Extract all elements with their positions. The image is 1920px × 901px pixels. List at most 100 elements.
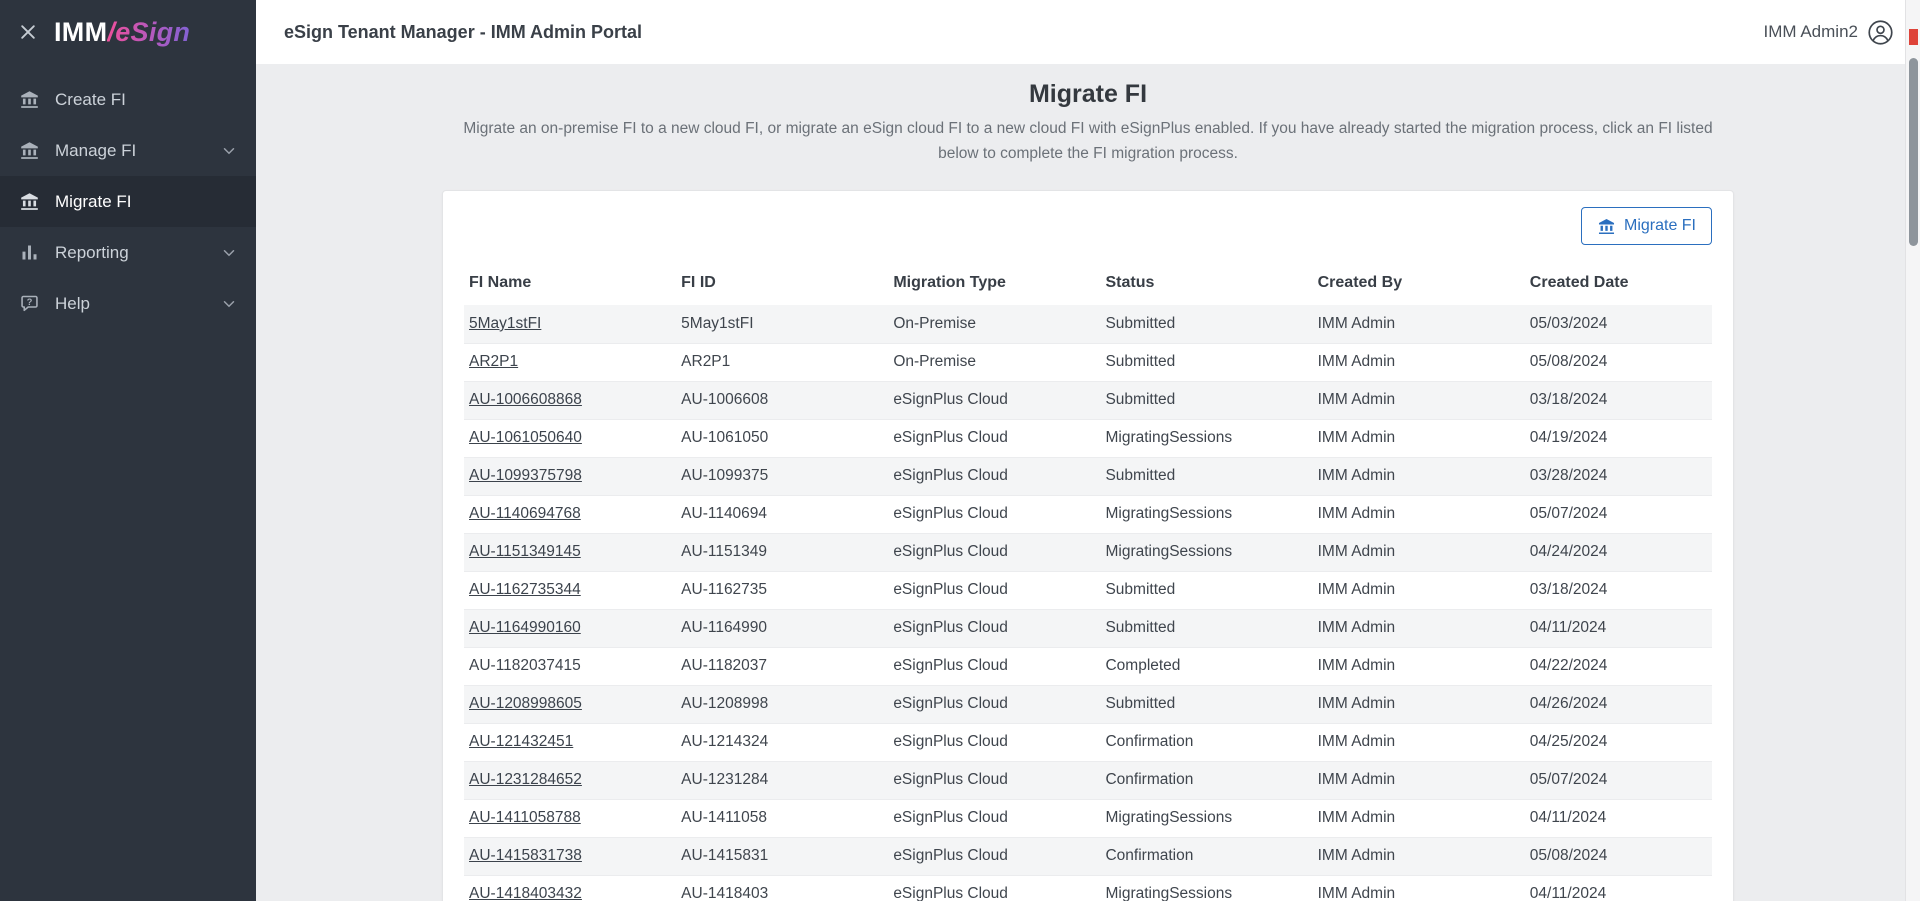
table-row: AU-1151349145 AU-1151349 eSignPlus Cloud Mi… (464, 533, 1712, 572)
fi-name-link[interactable]: AU-1418403432 (469, 885, 582, 901)
cell-created-date: 03/18/2024 (1529, 581, 1608, 599)
cell-fi-id: AU-1140694 (681, 505, 768, 523)
cell-created-date: 04/25/2024 (1529, 733, 1608, 751)
chevron-down-icon (220, 244, 238, 262)
user-menu[interactable]: IMM Admin2 (1764, 19, 1894, 46)
cell-fi-id: AU-1162735 (681, 581, 768, 599)
cell-created-date: 04/11/2024 (1529, 619, 1607, 637)
cell-migration-type: eSignPlus Cloud (893, 429, 1008, 447)
column-header-created-date: Created Date (1529, 274, 1629, 292)
fi-name-link[interactable]: AU-1411058788 (469, 809, 581, 826)
app-root: IMM/eSign Create FI Manage FI Migrate FI… (0, 0, 1920, 901)
column-header-created-by: Created By (1317, 274, 1403, 292)
scroll-marker (1909, 29, 1918, 45)
sidebar-item-label: Help (55, 293, 90, 313)
cell-migration-type: eSignPlus Cloud (893, 619, 1008, 637)
cell-migration-type: eSignPlus Cloud (893, 657, 1008, 675)
cell-fi-id: AU-1415831 (681, 847, 769, 865)
sidebar-item-reporting[interactable]: Reporting (0, 227, 256, 278)
cell-created-by: IMM Admin (1317, 391, 1396, 409)
cell-created-by: IMM Admin (1317, 847, 1396, 865)
column-header-fi-id: FI ID (681, 274, 716, 292)
table-header-row: FI Name FI ID Migration Type Status Crea… (464, 261, 1712, 305)
page-description: Migrate an on-premise FI to a new cloud … (463, 120, 1713, 163)
cell-status: Completed (1105, 657, 1181, 675)
fi-name-link[interactable]: AU-121432451 (469, 733, 573, 750)
cell-created-date: 05/07/2024 (1529, 505, 1608, 523)
cell-fi-id: AU-1418403 (681, 885, 769, 901)
fi-name-link[interactable]: AU-1164990160 (469, 619, 581, 636)
cell-fi-id: AU-1099375 (681, 467, 769, 485)
cell-fi-name: AU-1006608868 (464, 381, 676, 419)
sidebar-close-button[interactable] (18, 22, 38, 42)
cell-created-date: 04/19/2024 (1529, 429, 1608, 447)
user-icon[interactable] (1867, 19, 1894, 46)
cell-fi-name: AU-1164990160 (464, 609, 676, 647)
migrate-fi-button[interactable]: Migrate FI (1580, 207, 1712, 246)
cell-created-by: IMM Admin (1317, 429, 1396, 447)
cell-created-by: IMM Admin (1317, 619, 1396, 637)
cell-created-date: 04/22/2024 (1529, 657, 1608, 675)
cell-created-by: IMM Admin (1317, 733, 1396, 751)
cell-status: Submitted (1105, 619, 1176, 637)
cell-status: Submitted (1105, 695, 1176, 713)
cell-created-date: 03/18/2024 (1529, 391, 1608, 409)
cell-fi-name: AR2P1 (464, 343, 676, 381)
cell-created-by: IMM Admin (1317, 353, 1396, 371)
cell-created-date: 05/08/2024 (1529, 847, 1608, 865)
fi-name-link[interactable]: AU-1061050640 (469, 429, 582, 446)
fi-name-link[interactable]: AU-1140694768 (469, 505, 581, 522)
cell-status: Confirmation (1105, 733, 1194, 751)
cell-migration-type: eSignPlus Cloud (893, 733, 1008, 751)
cell-migration-type: On-Premise (893, 314, 976, 332)
scrollbar-thumb[interactable] (1909, 58, 1918, 246)
cell-created-by: IMM Admin (1317, 657, 1396, 675)
chart-icon (18, 242, 40, 264)
cell-migration-type: eSignPlus Cloud (893, 505, 1008, 523)
cell-created-date: 04/24/2024 (1529, 543, 1608, 561)
fi-name-link[interactable]: AR2P1 (469, 353, 518, 370)
table-row: AU-1140694768 AU-1140694 eSignPlus Cloud Mi… (464, 495, 1712, 534)
fi-name-link[interactable]: AU-1006608868 (469, 391, 582, 408)
cell-migration-type: eSignPlus Cloud (893, 467, 1008, 485)
cell-fi-id: AU-1164990 (681, 619, 768, 637)
cell-created-date: 05/07/2024 (1529, 771, 1608, 789)
fi-name-link[interactable]: AU-1099375798 (469, 467, 582, 484)
bank-icon (1597, 217, 1616, 236)
fi-name-link[interactable]: AU-1151349145 (469, 543, 581, 560)
cell-status: MigratingSessions (1105, 543, 1233, 561)
cell-created-by: IMM Admin (1317, 467, 1396, 485)
cell-migration-type: eSignPlus Cloud (893, 695, 1008, 713)
sidebar-item-help[interactable]: ? Help (0, 278, 256, 329)
cell-fi-name: 5May1stFI (464, 305, 676, 343)
table-row: AU-1182037415 AU-1182037 eSignPlus Cloud Co… (464, 647, 1712, 686)
table-row: AU-1164990160 AU-1164990 eSignPlus Cloud Su… (464, 609, 1712, 648)
logo-brand: IMM (54, 16, 108, 47)
cell-migration-type: eSignPlus Cloud (893, 771, 1008, 789)
vertical-scrollbar[interactable] (1905, 0, 1920, 901)
sidebar-item-label: Migrate FI (55, 191, 132, 211)
cell-migration-type: eSignPlus Cloud (893, 543, 1008, 561)
sidebar-item-migrate-fi[interactable]: Migrate FI (0, 176, 256, 227)
fi-name-link[interactable]: AU-1208998605 (469, 695, 582, 712)
cell-created-date: 05/03/2024 (1529, 314, 1608, 332)
cell-fi-name: AU-1151349145 (464, 533, 676, 571)
cell-fi-id: AR2P1 (681, 353, 731, 371)
cell-fi-name: AU-1182037415 (469, 657, 581, 675)
fi-name-link[interactable]: 5May1stFI (469, 315, 541, 332)
cell-fi-name: AU-1162735344 (464, 571, 676, 609)
fi-name-link[interactable]: AU-1162735344 (469, 581, 581, 598)
sidebar-item-manage-fi[interactable]: Manage FI (0, 125, 256, 176)
cell-created-date: 04/11/2024 (1529, 885, 1607, 901)
app-logo: IMM/eSign (54, 17, 194, 48)
main-column: eSign Tenant Manager - IMM Admin Portal … (256, 0, 1920, 901)
cell-fi-name: AU-121432451 (464, 723, 676, 761)
fi-name-link[interactable]: AU-1231284652 (469, 771, 582, 788)
page-title: Migrate FI (1028, 80, 1148, 108)
cell-migration-type: eSignPlus Cloud (893, 809, 1008, 827)
table-row: AR2P1 AR2P1 On-Premise Submitted IMM Admin 05… (464, 343, 1712, 382)
cell-status: MigratingSessions (1105, 429, 1233, 447)
fi-name-link[interactable]: AU-1415831738 (469, 847, 582, 864)
sidebar-item-create-fi[interactable]: Create FI (0, 74, 256, 125)
bank-icon (18, 89, 40, 111)
